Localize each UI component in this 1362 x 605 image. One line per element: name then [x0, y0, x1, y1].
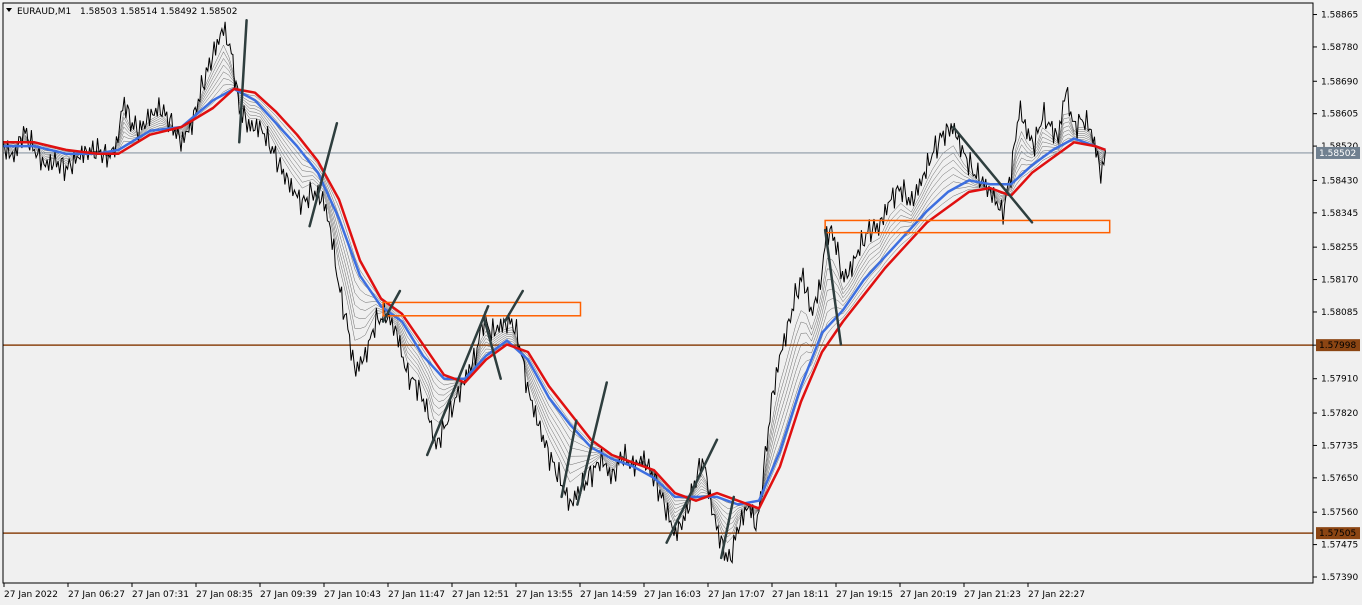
ohlc-values: 1.58503 1.58514 1.58492 1.58502	[80, 7, 237, 17]
x-tick-label: 27 Jan 09:39	[260, 590, 317, 600]
x-tick-label: 27 Jan 11:47	[388, 590, 445, 600]
y-tick-label: 1.57475	[1321, 541, 1358, 551]
y-tick-label: 1.57735	[1321, 441, 1358, 451]
y-tick-label: 1.58430	[1321, 176, 1358, 186]
x-tick-label: 27 Jan 20:19	[900, 590, 957, 600]
y-tick-label: 1.57650	[1321, 474, 1358, 484]
x-tick-label: 27 Jan 13:55	[516, 590, 573, 600]
symbol-title: EURAUD,M1	[17, 7, 71, 17]
bid-price-tag-label: 1.58502	[1319, 149, 1356, 159]
y-tick-label: 1.58085	[1321, 308, 1358, 318]
symbol-header: EURAUD,M1 1.58503 1.58514 1.58492 1.5850…	[6, 7, 237, 17]
x-tick-label: 27 Jan 18:11	[772, 590, 829, 600]
y-tick-label: 1.57390	[1321, 573, 1358, 583]
y-tick-label: 1.58605	[1321, 110, 1358, 120]
x-tick-label: 27 Jan 10:43	[324, 590, 381, 600]
y-tick-label: 1.58170	[1321, 276, 1358, 286]
x-tick-label: 27 Jan 22:27	[1028, 590, 1085, 600]
chart-window[interactable]: 1.588651.587801.586901.586051.585201.584…	[0, 0, 1362, 605]
x-tick-label: 27 Jan 08:35	[196, 590, 253, 600]
level-price-tag-label: 1.57505	[1319, 529, 1356, 539]
y-tick-label: 1.57910	[1321, 375, 1358, 385]
y-tick-label: 1.58865	[1321, 11, 1358, 21]
y-tick-label: 1.57560	[1321, 508, 1358, 518]
x-tick-label: 27 Jan 19:15	[836, 590, 893, 600]
y-tick-label: 1.58780	[1321, 43, 1358, 53]
level-price-tag-label: 1.57998	[1319, 341, 1356, 351]
x-tick-label: 27 Jan 17:07	[708, 590, 765, 600]
y-tick-label: 1.58255	[1321, 243, 1358, 253]
x-tick-label: 27 Jan 14:59	[580, 590, 637, 600]
x-tick-label: 27 Jan 16:03	[644, 590, 701, 600]
y-tick-label: 1.57820	[1321, 409, 1358, 419]
x-tick-label: 27 Jan 2022	[4, 590, 58, 600]
x-tick-label: 27 Jan 12:51	[452, 590, 509, 600]
y-tick-label: 1.58345	[1321, 209, 1358, 219]
x-tick-label: 27 Jan 21:23	[964, 590, 1021, 600]
price-chart[interactable]: 1.588651.587801.586901.586051.585201.584…	[0, 0, 1362, 605]
x-tick-label: 27 Jan 07:31	[132, 590, 189, 600]
y-tick-label: 1.58690	[1321, 77, 1358, 87]
x-tick-label: 27 Jan 06:27	[68, 590, 125, 600]
